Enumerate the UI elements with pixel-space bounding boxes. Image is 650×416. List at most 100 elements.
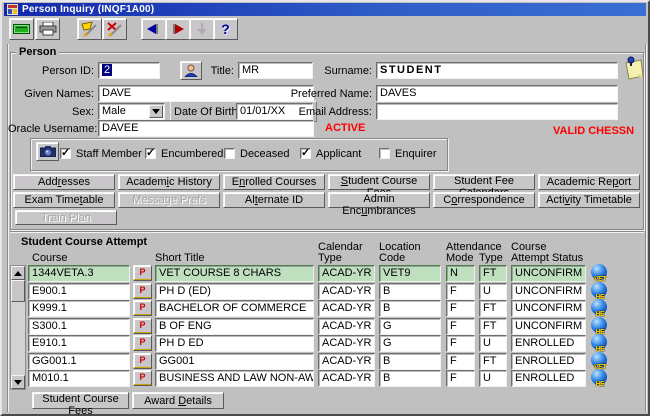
course-field[interactable]: 1344VETA.3 xyxy=(28,265,130,282)
course-detail-button[interactable]: P xyxy=(133,353,152,369)
short-title-field[interactable]: PH D ED xyxy=(155,335,314,352)
alternate-id-button[interactable]: Alternate ID xyxy=(223,192,325,208)
given-names-field[interactable]: DAVE xyxy=(98,85,314,102)
attendance-type-field[interactable]: FT xyxy=(479,300,507,317)
col-header-type: Type xyxy=(479,252,503,264)
person-icon xyxy=(184,64,198,77)
calendar-type-field[interactable]: ACAD-YR xyxy=(318,265,375,282)
student-course-fees-footer-button[interactable]: Student Course Fees xyxy=(32,392,129,414)
attendance-mode-field[interactable]: F xyxy=(446,353,475,370)
course-field[interactable]: E910.1 xyxy=(28,335,130,352)
email-field[interactable] xyxy=(376,103,618,120)
sex-dropdown[interactable]: Male xyxy=(98,103,165,120)
photo-button[interactable] xyxy=(36,142,59,161)
course-detail-button[interactable]: P xyxy=(133,335,152,351)
calendar-type-field[interactable]: ACAD-YR xyxy=(318,370,375,387)
student-fee-calendars-button[interactable]: Student Fee Calendars xyxy=(433,174,535,199)
course-detail-button[interactable]: P xyxy=(133,300,152,316)
course-field[interactable]: GG001.1 xyxy=(28,353,130,370)
attempt-status-field[interactable]: ENROLLED xyxy=(511,370,586,387)
staff-member-checkbox[interactable]: ✓ Staff Member xyxy=(60,147,142,160)
enquirer-checkbox[interactable]: ✓ Enquirer xyxy=(379,147,437,160)
print-button[interactable] xyxy=(35,18,60,40)
course-detail-button[interactable]: P xyxy=(133,370,152,386)
calendar-type-field[interactable]: ACAD-YR xyxy=(318,318,375,335)
location-code-field[interactable]: G xyxy=(379,318,441,335)
attempt-status-field[interactable]: ENROLLED xyxy=(511,353,586,370)
calendar-type-field[interactable]: ACAD-YR xyxy=(318,300,375,317)
calendar-type-field[interactable]: ACAD-YR xyxy=(318,283,375,300)
attendance-mode-field[interactable]: F xyxy=(446,335,475,352)
short-title-field[interactable]: VET COURSE 8 CHARS xyxy=(155,265,314,282)
location-code-field[interactable]: B xyxy=(379,370,441,387)
encumbered-checkbox[interactable]: ✓ Encumbered xyxy=(145,147,223,160)
clear-block-button[interactable] xyxy=(77,18,102,40)
attendance-type-field[interactable]: FT xyxy=(479,265,507,282)
document-icon: P xyxy=(134,320,151,333)
course-field[interactable]: E900.1 xyxy=(28,283,130,300)
short-title-field[interactable]: BACHELOR OF COMMERCE xyxy=(155,300,314,317)
attempt-status-field[interactable]: UNCONFIRM xyxy=(511,265,586,282)
attempt-status-field[interactable]: UNCONFIRM xyxy=(511,318,586,335)
attendance-mode-field[interactable]: F xyxy=(446,370,475,387)
next-block-button[interactable] xyxy=(165,18,190,40)
attempt-status-field[interactable]: ENROLLED xyxy=(511,335,586,352)
correspondence-button[interactable]: Correspondence xyxy=(433,192,535,208)
location-code-field[interactable]: G xyxy=(379,335,441,352)
course-field[interactable]: S300.1 xyxy=(28,318,130,335)
location-code-field[interactable]: VET9 xyxy=(379,265,441,282)
course-field[interactable]: K999.1 xyxy=(28,300,130,317)
addresses-button[interactable]: Addresses xyxy=(13,174,115,190)
exam-timetable-button[interactable]: Exam Timetable xyxy=(13,192,115,208)
calendar-type-field[interactable]: ACAD-YR xyxy=(318,353,375,370)
surname-field[interactable]: STUDENT xyxy=(376,62,618,79)
checkbox-label: Encumbered xyxy=(161,147,224,160)
course-field[interactable]: M010.1 xyxy=(28,370,130,387)
col-header-calendar-2: Type xyxy=(318,252,342,264)
location-code-field[interactable]: B xyxy=(379,283,441,300)
short-title-field[interactable]: GG001 xyxy=(155,353,314,370)
exit-button[interactable] xyxy=(9,18,34,40)
previous-block-button[interactable] xyxy=(141,18,166,40)
calendar-type-field[interactable]: ACAD-YR xyxy=(318,335,375,352)
attendance-mode-field[interactable]: F xyxy=(446,318,475,335)
attempt-status-field[interactable]: UNCONFIRM xyxy=(511,283,586,300)
course-detail-button[interactable]: P xyxy=(133,283,152,299)
short-title-field[interactable]: PH D (ED) xyxy=(155,283,314,300)
note-icon[interactable] xyxy=(622,54,644,80)
academic-report-button[interactable]: Academic Report xyxy=(538,174,640,190)
checkbox-label: Deceased xyxy=(240,147,290,160)
activity-timetable-button[interactable]: Activity Timetable xyxy=(538,192,640,208)
person-id-field[interactable]: 2 xyxy=(98,62,160,79)
clear-form-button[interactable] xyxy=(102,18,127,40)
deceased-checkbox[interactable]: ✓ Deceased xyxy=(224,147,290,160)
short-title-field[interactable]: B OF ENG xyxy=(155,318,314,335)
academic-history-button[interactable]: Academic History xyxy=(118,174,220,190)
help-button[interactable]: ? xyxy=(213,18,238,40)
attendance-mode-field[interactable]: N xyxy=(446,265,475,282)
dropdown-button[interactable] xyxy=(149,105,163,118)
preferred-name-field[interactable]: DAVES xyxy=(376,85,618,102)
award-details-button[interactable]: Award Details xyxy=(132,392,224,409)
applicant-checkbox[interactable]: ✓ Applicant xyxy=(300,147,361,160)
admin-encumbrances-button[interactable]: Admin Encumbrances xyxy=(328,192,430,217)
attendance-mode-field[interactable]: F xyxy=(446,283,475,300)
location-code-field[interactable]: B xyxy=(379,300,441,317)
attendance-mode-field[interactable]: F xyxy=(446,300,475,317)
location-code-field[interactable]: B xyxy=(379,353,441,370)
titlebar: Person Inquiry (INQF1A00) xyxy=(4,3,646,16)
student-course-fees-button[interactable]: Student Course Fees xyxy=(328,174,430,199)
enrolled-courses-button[interactable]: Enrolled Courses xyxy=(223,174,325,190)
sex-label: Sex: xyxy=(71,106,94,118)
document-icon: P xyxy=(134,337,151,350)
attendance-type-field[interactable]: U xyxy=(479,370,507,387)
short-title-field[interactable]: BUSINESS AND LAW NON-AWARD xyxy=(155,370,314,387)
oracle-username-field[interactable]: DAVEE xyxy=(98,120,314,137)
course-detail-button[interactable]: P xyxy=(133,318,152,334)
attendance-type-field[interactable]: U xyxy=(479,335,507,352)
attendance-type-field[interactable]: FT xyxy=(479,353,507,370)
attempt-status-field[interactable]: UNCONFIRM xyxy=(511,300,586,317)
attendance-type-field[interactable]: FT xyxy=(479,318,507,335)
attendance-type-field[interactable]: U xyxy=(479,283,507,300)
course-detail-button[interactable]: P xyxy=(133,265,152,281)
